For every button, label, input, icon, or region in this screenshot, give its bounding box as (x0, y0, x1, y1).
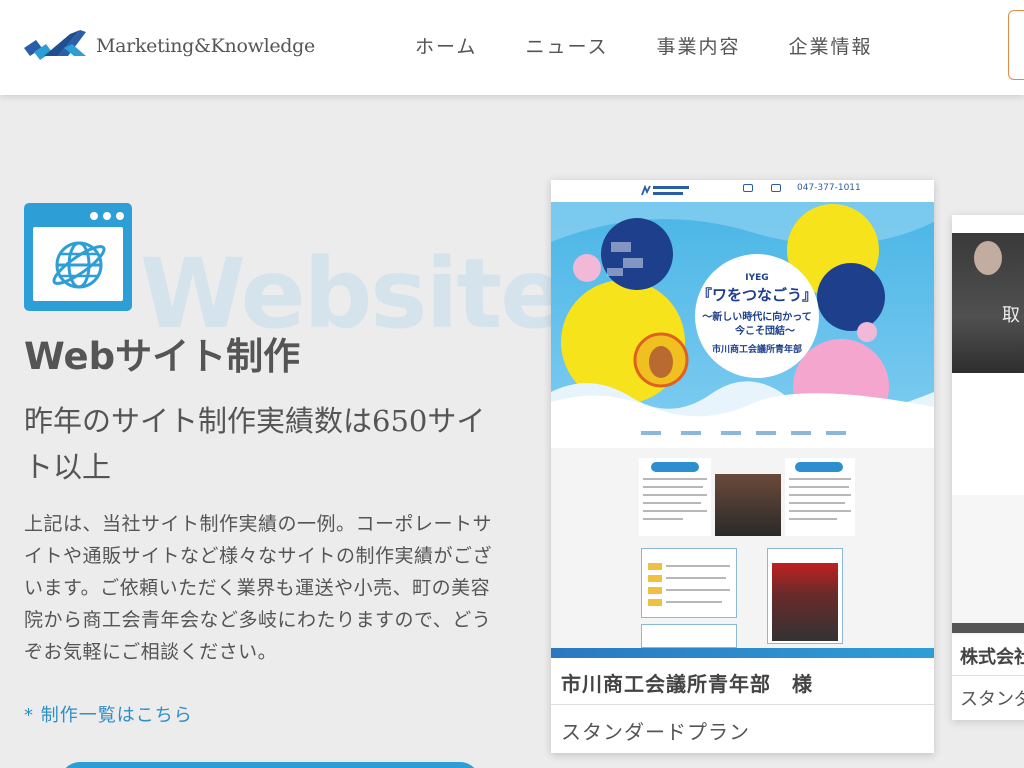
nav-home[interactable]: ホーム (415, 32, 477, 59)
card-plan: スタンダードプラン (561, 720, 750, 744)
card2-client-name: 株式会社 (960, 647, 1024, 668)
site-thumbnail: 047-377-1011 『ワをつなごう』 ～新しい時代に向かって 今こそ団結～… (551, 180, 934, 648)
work-card-ichikawa[interactable]: 047-377-1011 『ワをつなごう』 ～新しい時代に向かって 今こそ団結～… (551, 180, 934, 753)
site-header: Marketing&Knowledge ホーム ニュース 事業内容 企業情報 (0, 0, 1024, 95)
section-title: Webサイト制作 (24, 335, 301, 378)
works-list-link[interactable]: * 制作一覧はこちら (24, 701, 193, 727)
cta-button[interactable] (60, 762, 480, 768)
hero-org: 市川商工会議所青年部 (712, 343, 802, 355)
card-divider (551, 704, 934, 705)
nav-news[interactable]: ニュース (525, 32, 608, 59)
main-nav: ホーム ニュース 事業内容 企業情報 (415, 32, 921, 59)
card2-accent-bar (952, 623, 1024, 633)
logo-text: Marketing&Knowledge (96, 35, 315, 57)
browser-globe-icon (24, 203, 132, 311)
card2-thumbnail: 取 (952, 233, 1024, 373)
section-description: 上記は、当社サイト制作実績の一例。コーポレートサイトや通販サイトなど様々なサイト… (24, 513, 493, 663)
hero-sub1: ～新しい時代に向かって (702, 310, 812, 323)
hero-title: 『ワをつなごう』 (697, 286, 817, 304)
card2-overlay-text: 取 (1002, 305, 1020, 326)
hero-label: IYEG (745, 273, 768, 283)
hero-sub2: 今こそ団結～ (734, 324, 795, 337)
thumbnail-logo-icon (641, 184, 691, 198)
header-contact-button[interactable] (1008, 10, 1024, 80)
card-client-name: 市川商工会議所青年部 様 (561, 672, 813, 696)
thumbnail-phone: 047-377-1011 (797, 183, 861, 193)
thumbnail-hero: 『ワをつなごう』 ～新しい時代に向かって 今こそ団結～ 市川商工会議所青年部 I… (551, 202, 934, 420)
section-subtitle: 昨年のサイト制作実績数は650サイト以上 (24, 404, 486, 484)
card-accent-bar (551, 648, 934, 658)
card2-plan: スタンダ (960, 689, 1024, 710)
work-card-2[interactable]: 取 株式会社 スタンダ (952, 215, 1024, 720)
logo-mark-icon (24, 30, 86, 60)
logo[interactable]: Marketing&Knowledge (24, 24, 315, 68)
nav-company[interactable]: 企業情報 (789, 32, 873, 59)
nav-business[interactable]: 事業内容 (657, 32, 741, 59)
